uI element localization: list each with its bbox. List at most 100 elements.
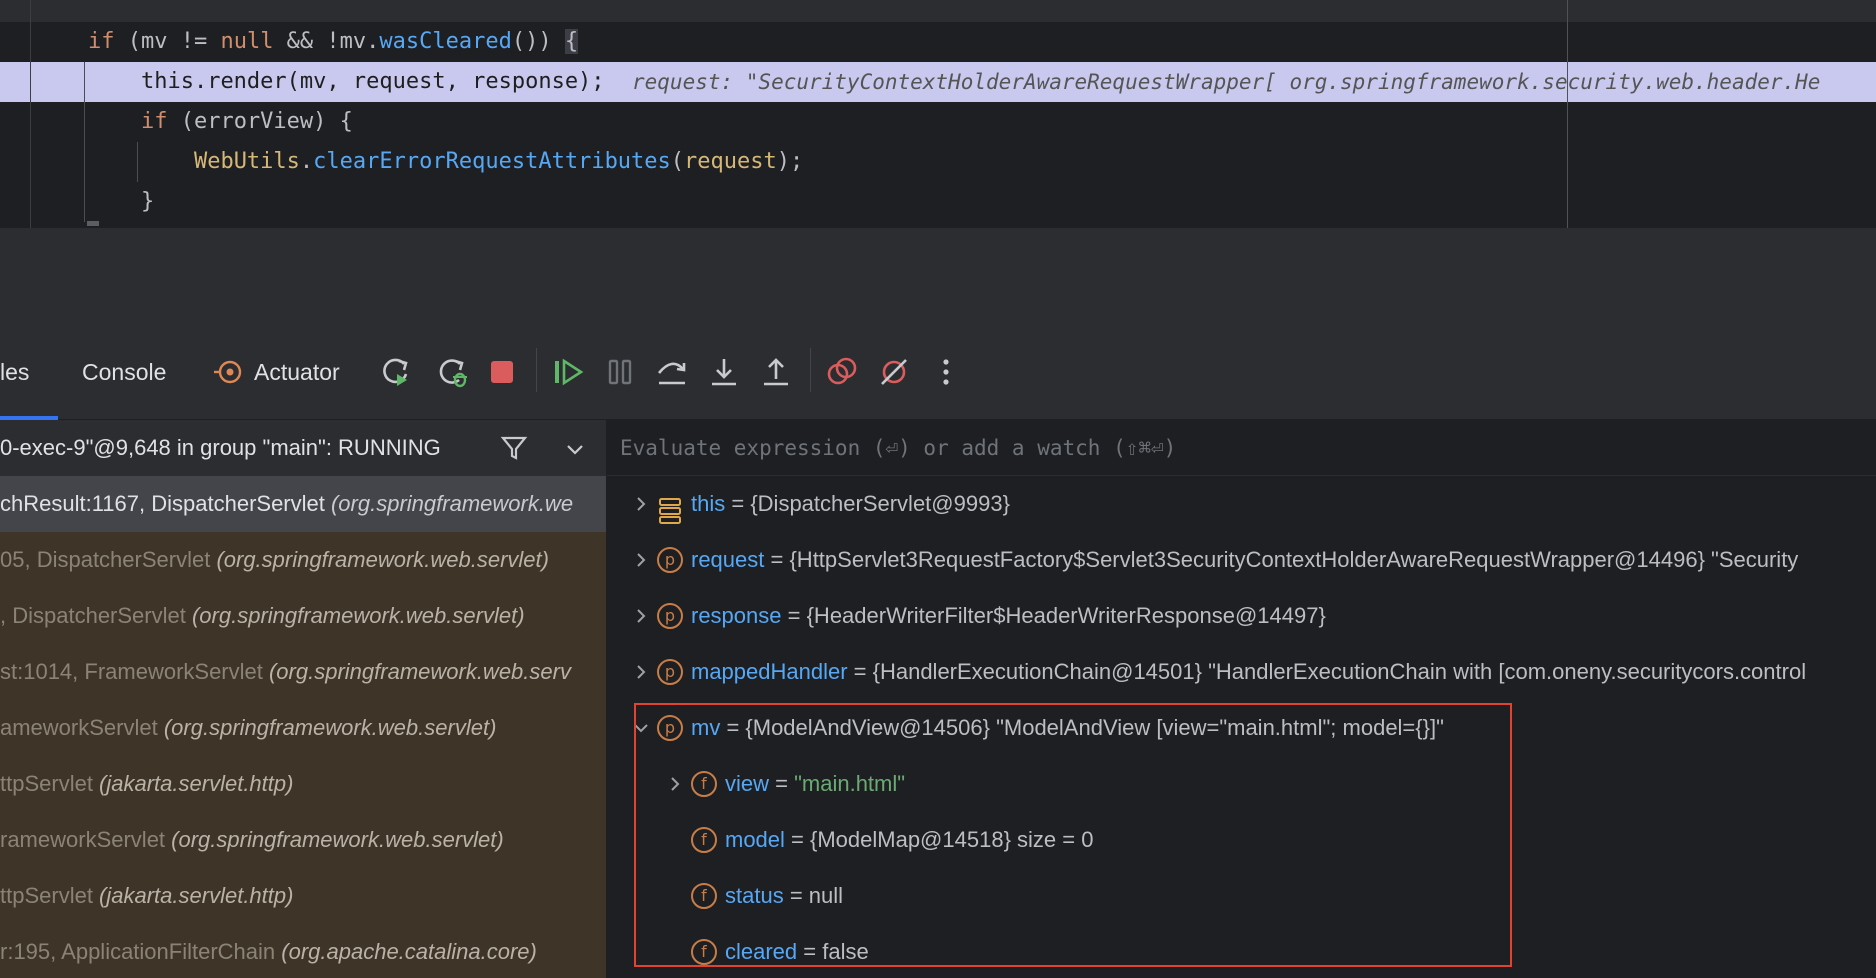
code-line[interactable]: WebUtils.clearErrorRequestAttributes(req…	[0, 142, 1876, 182]
resume-icon[interactable]	[548, 352, 588, 392]
editor-previous-line	[0, 0, 1876, 22]
code-token: request	[684, 149, 777, 174]
code-token: ())	[511, 29, 565, 54]
stack-frame-package: (org.springframework.web.serv	[268, 659, 571, 684]
step-out-icon[interactable]	[756, 352, 796, 392]
variable-text: mappedHandler = {HandlerExecutionChain@1…	[691, 644, 1806, 700]
thread-label: 0-exec-9"@9,648 in group "main": RUNNING	[0, 435, 441, 460]
tab-actuator[interactable]: Actuator	[212, 324, 340, 420]
fold-marker[interactable]	[87, 221, 99, 226]
code-line[interactable]: if (errorView) {	[0, 102, 1876, 142]
execution-point-line[interactable]: this.render(mv, request, response); reque…	[0, 62, 1876, 102]
variable-value: = {HandlerExecutionChain@14501} "Handler…	[847, 659, 1807, 684]
pause-icon[interactable]	[600, 352, 640, 392]
code-token: WebUtils	[193, 149, 300, 174]
code-token: && !mv.	[273, 29, 380, 54]
indent-guide	[137, 142, 138, 182]
stack-frame[interactable]: ttpServlet (jakarta.servlet.http)	[0, 868, 606, 924]
stack-frame-method: ttpServlet	[0, 771, 100, 796]
variable-text: response = {HeaderWriterFilter$HeaderWri…	[691, 588, 1326, 644]
code-line[interactable]: }	[0, 182, 1876, 222]
stack-frame-method: ttpServlet	[0, 883, 100, 908]
code-line[interactable]: if (mv != null && !mv.wasCleared()) {	[0, 22, 1876, 62]
mute-breakpoints-icon[interactable]	[874, 352, 914, 392]
stack-frame[interactable]: 05, DispatcherServlet (org.springframewo…	[0, 532, 606, 588]
step-over-icon[interactable]	[652, 352, 692, 392]
variable-text: this = {DispatcherServlet@9993}	[691, 476, 1010, 532]
code-token: wasCleared	[379, 29, 512, 54]
variable-row[interactable]: p response = {HeaderWriterFilter$HeaderWr…	[607, 588, 1876, 644]
thread-selector[interactable]: 0-exec-9"@9,648 in group "main": RUNNING	[0, 420, 606, 476]
code-text: if (mv != null && !mv.wasCleared()) {	[35, 22, 579, 62]
stack-frame[interactable]: rameworkServlet (org.springframework.web…	[0, 812, 606, 868]
view-breakpoints-icon[interactable]	[822, 352, 862, 392]
code-text: this.render(mv, request, response);	[35, 62, 605, 102]
variable-value: = {HeaderWriterFilter$HeaderWriterRespon…	[781, 603, 1326, 628]
stack-frame-package: (org.springframework.web.servlet)	[171, 827, 504, 852]
stack-frame[interactable]: chResult:1167, DispatcherServlet (org.sp…	[0, 476, 606, 532]
chevron-right-icon[interactable]	[629, 532, 653, 588]
code-token: (	[670, 149, 685, 174]
variable-name: response	[691, 603, 782, 628]
stack-frame-package: (org.apache.catalina.core)	[281, 939, 537, 964]
toolbar-separator	[810, 348, 811, 392]
variable-row[interactable]: p request = {HttpServlet3RequestFactory$S…	[607, 532, 1876, 588]
gutter-separator	[30, 0, 31, 228]
frames-panel: 0-exec-9"@9,648 in group "main": RUNNING…	[0, 420, 606, 978]
stack-frame[interactable]: , DispatcherServlet (org.springframework…	[0, 588, 606, 644]
stack-frame-package: (org.springframework.web.servlet)	[163, 715, 497, 740]
step-into-icon[interactable]	[704, 352, 744, 392]
code-token: null	[220, 29, 274, 54]
inline-debug-value: request: "SecurityContextHolderAwareRequ…	[632, 70, 1821, 94]
tab-console[interactable]: Console	[82, 324, 166, 420]
annotation-highlight-box	[634, 703, 1512, 967]
filter-icon[interactable]	[500, 434, 528, 467]
chevron-right-icon[interactable]	[629, 476, 653, 532]
code-text: }	[35, 182, 154, 222]
stack-frame-method: , DispatcherServlet	[0, 603, 192, 628]
stack-frame-method: rameworkServlet	[0, 827, 172, 852]
chevron-right-icon[interactable]	[629, 644, 653, 700]
stack-frame[interactable]: ttpServlet (jakarta.servlet.http)	[0, 756, 606, 812]
code-token: if	[87, 29, 115, 54]
chevron-down-icon[interactable]	[564, 438, 586, 465]
rerun-debug-icon[interactable]	[432, 352, 472, 392]
variable-name: this	[691, 491, 726, 516]
indent-guide	[84, 62, 85, 222]
code-token: {	[564, 29, 579, 54]
stack-frame-method: st:1014, FrameworkServlet	[0, 659, 269, 684]
code-text: WebUtils.clearErrorRequestAttributes(req…	[35, 142, 803, 182]
parameter-icon: p	[657, 547, 683, 573]
rerun-icon[interactable]	[376, 352, 416, 392]
stack-frame[interactable]: r:195, ApplicationFilterChain (org.apach…	[0, 924, 606, 978]
tab-actuator-label: Actuator	[254, 359, 340, 385]
right-margin-guide	[1567, 0, 1568, 228]
chevron-right-icon[interactable]	[629, 588, 653, 644]
stack-frame[interactable]: ameworkServlet (org.springframework.web.…	[0, 700, 606, 756]
stack-frame[interactable]: st:1014, FrameworkServlet (org.springfra…	[0, 644, 606, 700]
more-icon[interactable]	[926, 352, 966, 392]
stack-frame-package: (org.springframework.web.servlet)	[216, 547, 549, 572]
variable-value: = {DispatcherServlet@9993}	[725, 491, 1010, 516]
evaluate-placeholder: Evaluate expression (⏎) or add a watch (…	[620, 436, 1177, 460]
code-token: this.render(mv, request, response);	[140, 69, 605, 94]
evaluate-expression-input[interactable]: Evaluate expression (⏎) or add a watch (…	[607, 420, 1876, 476]
tab-frames[interactable]: les	[0, 324, 29, 420]
code-token: (mv !=	[114, 29, 221, 54]
toolbar-separator	[536, 348, 537, 392]
variable-row[interactable]: this = {DispatcherServlet@9993}	[607, 476, 1876, 532]
stack-frame-method: ameworkServlet	[0, 715, 164, 740]
stop-icon[interactable]	[482, 352, 522, 392]
code-token: (errorView) {	[167, 109, 353, 134]
code-token: );	[776, 149, 804, 174]
stack-frame-method: 05, DispatcherServlet	[0, 547, 217, 572]
stack-frame-package: (org.springframework.we	[330, 491, 574, 516]
stack-frame-package: (jakarta.servlet.http)	[99, 771, 294, 796]
code-editor[interactable]: if (mv != null && !mv.wasCleared()) { th…	[0, 0, 1876, 228]
stack-frame-package: (jakarta.servlet.http)	[99, 883, 294, 908]
variable-value: = {HttpServlet3RequestFactory$Servlet3Se…	[764, 547, 1799, 572]
code-token: }	[140, 189, 155, 214]
stack-frame-method: r:195, ApplicationFilterChain	[0, 939, 282, 964]
variable-row[interactable]: p mappedHandler = {HandlerExecutionChain@…	[607, 644, 1876, 700]
variable-name: request	[691, 547, 765, 572]
